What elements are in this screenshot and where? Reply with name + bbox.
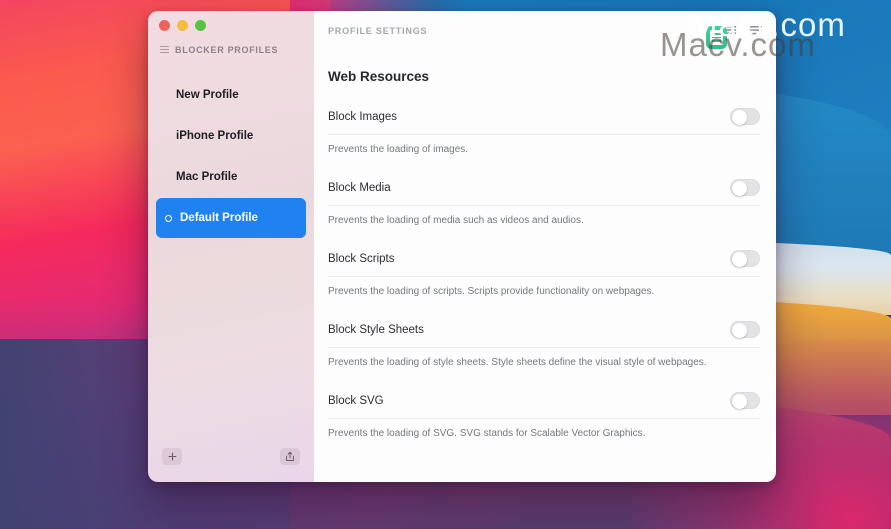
sidebar-item-label: Mac Profile: [176, 171, 238, 183]
sidebar-item-iphone-profile[interactable]: iPhone Profile: [156, 116, 306, 156]
toggle-knob: [732, 252, 747, 267]
desktop: BLOCKER PROFILES New Profile iPhone Prof…: [0, 0, 891, 529]
close-button[interactable]: [159, 20, 170, 31]
minimize-button[interactable]: [177, 20, 188, 31]
add-profile-button[interactable]: [162, 447, 182, 465]
setting-description: Prevents the loading of style sheets. St…: [328, 357, 707, 368]
setting-block-media: Block Media Prevents the loading of medi…: [328, 179, 760, 226]
profile-list: New Profile iPhone Profile Mac Profile D…: [148, 75, 314, 436]
toolbar-actions: [724, 11, 762, 51]
share-icon: [286, 451, 294, 461]
setting-description: Prevents the loading of scripts. Scripts…: [328, 286, 655, 297]
setting-row: Block SVG: [328, 392, 760, 419]
sidebar-item-mac-profile[interactable]: Mac Profile: [156, 157, 306, 197]
setting-block-scripts: Block Scripts Prevents the loading of sc…: [328, 250, 760, 297]
setting-description: Prevents the loading of SVG. SVG stands …: [328, 428, 646, 439]
sidebar-item-label: New Profile: [176, 89, 239, 101]
content-scrollbar[interactable]: [770, 97, 773, 474]
setting-block-svg: Block SVG Prevents the loading of SVG. S…: [328, 392, 760, 439]
setting-label: Block Media: [328, 181, 391, 194]
setting-label: Block Images: [328, 110, 398, 123]
sidebar-item-label: iPhone Profile: [176, 130, 254, 142]
block-media-toggle[interactable]: [730, 179, 760, 196]
sidebar-item-new-profile[interactable]: New Profile: [156, 75, 306, 115]
sidebar-title: BLOCKER PROFILES: [175, 44, 279, 55]
content-pane: PROFILE SETTINGS Web Resources Block Ima…: [314, 11, 776, 482]
plus-icon: [167, 451, 177, 461]
setting-block-images: Block Images Prevents the loading of ima…: [328, 108, 760, 155]
filter-icon[interactable]: [750, 26, 762, 36]
setting-row: Block Style Sheets: [328, 321, 760, 348]
content-body: Web Resources Block Images Prevents the …: [314, 51, 776, 482]
toggle-knob: [732, 110, 747, 125]
setting-description: Prevents the loading of media such as vi…: [328, 215, 584, 226]
setting-row: Block Scripts: [328, 250, 760, 277]
content-title: PROFILE SETTINGS: [328, 26, 428, 36]
sidebar-item-label: Default Profile: [180, 212, 258, 224]
setting-row: Block Images: [328, 108, 760, 135]
block-images-toggle[interactable]: [730, 108, 760, 125]
content-toolbar: PROFILE SETTINGS: [314, 11, 776, 51]
setting-description: Prevents the loading of images.: [328, 144, 469, 155]
setting-row: Block Media: [328, 179, 760, 206]
setting-label: Block Scripts: [328, 252, 395, 265]
setting-label: Block Style Sheets: [328, 323, 424, 336]
sidebar-item-default-profile[interactable]: Default Profile: [156, 198, 306, 238]
list-view-icon[interactable]: [724, 26, 736, 36]
circle-icon: [165, 214, 172, 222]
section-heading: Web Resources: [328, 69, 430, 84]
setting-block-style-sheets: Block Style Sheets Prevents the loading …: [328, 321, 760, 368]
toggle-knob: [732, 323, 747, 338]
sidebar-footer: [148, 436, 314, 482]
share-profile-button[interactable]: [280, 447, 300, 465]
traffic-lights: [148, 11, 314, 37]
list-icon: [160, 46, 169, 53]
toggle-knob: [732, 181, 747, 196]
block-style-sheets-toggle[interactable]: [730, 321, 760, 338]
toggle-knob: [732, 394, 747, 409]
block-svg-toggle[interactable]: [730, 392, 760, 409]
setting-label: Block SVG: [328, 394, 384, 407]
sidebar-header: BLOCKER PROFILES: [148, 37, 314, 59]
app-window: BLOCKER PROFILES New Profile iPhone Prof…: [148, 11, 776, 482]
block-scripts-toggle[interactable]: [730, 250, 760, 267]
sidebar: BLOCKER PROFILES New Profile iPhone Prof…: [148, 11, 314, 482]
zoom-button[interactable]: [195, 20, 206, 31]
